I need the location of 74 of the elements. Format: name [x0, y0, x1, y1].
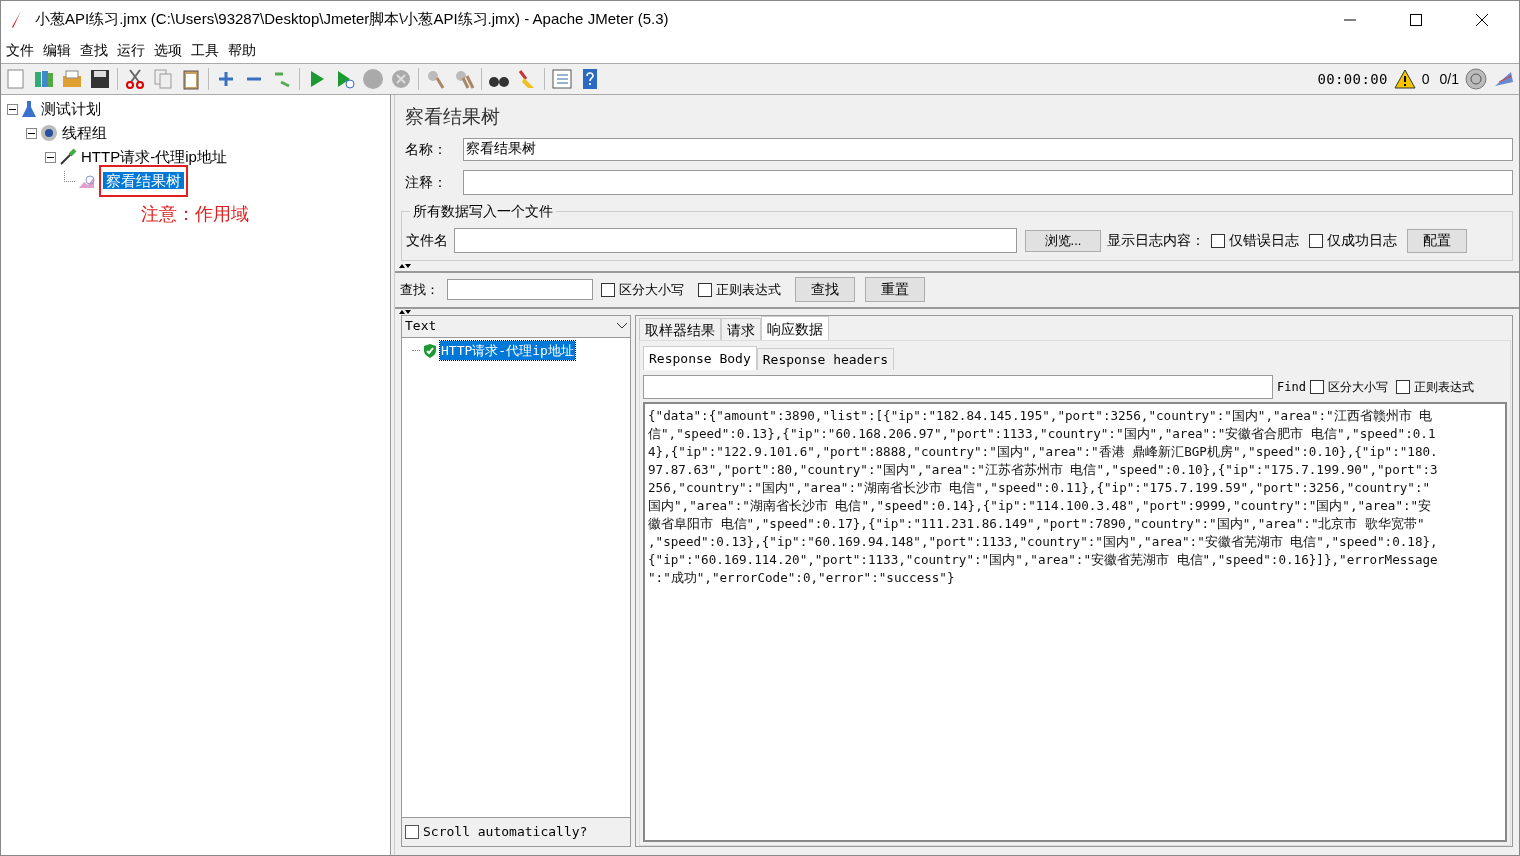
reset-button[interactable]: 重置: [865, 277, 925, 302]
menu-item[interactable]: 工具: [191, 40, 219, 61]
clipboard-icon[interactable]: [180, 68, 202, 90]
find-label: Find: [1277, 378, 1306, 396]
search-label: 查找：: [400, 280, 439, 299]
response-tab[interactable]: Response headers: [756, 347, 894, 370]
filename-label: 文件名: [406, 231, 448, 250]
checkbox[interactable]: [405, 825, 419, 839]
thread-count: 0/1: [1439, 69, 1459, 89]
find-option-label: 正则表达式: [1413, 378, 1474, 396]
folder-icon[interactable]: [61, 68, 83, 90]
tree-item[interactable]: 线程组: [61, 124, 108, 141]
clear-icon[interactable]: [425, 68, 447, 90]
shield-check-icon: [423, 342, 437, 359]
tree-item[interactable]: 测试计划: [40, 100, 102, 117]
log-label: 显示日志内容：: [1107, 231, 1205, 250]
search-field[interactable]: [447, 279, 593, 300]
result-tab[interactable]: 响应数据: [761, 315, 829, 340]
checkbox[interactable]: [1309, 233, 1323, 248]
response-body-text: {"data":{"amount":3890,"list":[{"ip":"182.84.145.195","port":3256,"country":"国内","area":"江西省赣州市 电 信","speed":0.13},{"ip":"60.168.206.97","port":1133,"country":"国内","area":"安徽省合肥市 电信","speed":0.1 4},{"ip":"122.9.101.6","port":8888,"country":"国内","area":"香港 鼎峰新汇BGP机房","speed":0.10},{"ip":"180. 97.87.63","port":80,"country":"国内","area":"江苏省苏州市 电信","speed":0.10},{"ip":"175.7.199.90","port":3 256,"country":"国内","area":"湖南省长沙市 电信","speed":0.11},{"ip":"175.7.199.59","port":3256,"country":" 国内","area":"湖南省长沙市 电信","speed":0.14},{"ip":"114.100.3.48","port":9999,"country":"国内","area":"安 徽省阜阳市 电信","speed":0.17},{"ip":"111.231.86.149","port":7890,"country":"国内","area":"北京市 歌华宽带" ,"speed":0.13},{"ip":"60.169.94.148","port":1133,"country":"国内","area":"安徽省芜湖市 电信","speed":0.18}, {"ip":"60.169.114.20","port":1133,"country":"国内","area":"安徽省芜湖市 电信","speed":0.16}]},"errorMessage ":"成功","errorCode":0,"error":"success"}: [643, 401, 1507, 842]
menu-item[interactable]: 文件: [6, 40, 34, 61]
browse-button[interactable]: 浏览...: [1025, 229, 1101, 252]
panel-title: 察看结果树: [405, 105, 501, 129]
scroll-label: Scroll automatically?: [423, 823, 588, 842]
comment-label: 注释：: [405, 172, 448, 192]
find-button[interactable]: 查找: [795, 277, 855, 302]
checkbox[interactable]: [1395, 379, 1410, 394]
result-tab[interactable]: 取样器结果: [639, 317, 721, 340]
search-option-label: 正则表达式: [716, 280, 781, 299]
find-option-label: 区分大小写: [1327, 378, 1388, 396]
find-field[interactable]: [643, 374, 1273, 399]
gear-icon: [40, 124, 58, 142]
window-title: 小葱API练习.jmx (C:\Users\93287\Desktop\Jmeter脚本\小葱API练习.jmx) - Apache JMeter (5.3): [35, 9, 669, 30]
clear-all-icon[interactable]: [453, 68, 475, 90]
annotation-note: 注意：作用域: [141, 203, 250, 226]
list-icon[interactable]: [551, 68, 573, 90]
error-count: 0: [1421, 69, 1430, 89]
books-icon[interactable]: [33, 68, 55, 90]
search-option-label: 区分大小写: [619, 280, 684, 299]
collapse-toggle[interactable]: [7, 103, 18, 115]
tree-item[interactable]: 察看结果树: [103, 172, 184, 189]
menu-item[interactable]: 编辑: [43, 40, 71, 61]
log-option-label: 仅错误日志: [1229, 231, 1299, 250]
name-field[interactable]: 察看结果树: [463, 137, 1513, 161]
splitter-arrows-icon[interactable]: [399, 308, 411, 315]
config-button[interactable]: 配置: [1407, 228, 1467, 253]
splitter-arrows-icon[interactable]: [399, 262, 411, 269]
filename-field[interactable]: [454, 228, 1017, 253]
maximize-icon: [1410, 13, 1422, 26]
checkbox[interactable]: [698, 282, 712, 297]
chart-magnifier-icon: [78, 173, 96, 189]
menu-item[interactable]: 帮助: [228, 40, 256, 61]
close-icon: [1476, 13, 1488, 26]
checkbox[interactable]: [1211, 233, 1225, 248]
result-tab[interactable]: 请求: [721, 317, 761, 340]
name-label: 名称：: [405, 139, 448, 159]
cut-icon[interactable]: [124, 68, 146, 90]
log-option-label: 仅成功日志: [1327, 231, 1397, 250]
menu-item[interactable]: 选项: [154, 40, 182, 61]
warning-icon[interactable]: [1393, 69, 1416, 89]
result-item[interactable]: HTTP请求-代理ip地址: [440, 340, 575, 361]
response-tab[interactable]: Response Body: [643, 345, 757, 370]
collapse-toggle[interactable]: [45, 151, 56, 163]
tree-item[interactable]: HTTP请求-代理ip地址: [80, 148, 228, 165]
save-icon[interactable]: [89, 68, 111, 90]
checkbox[interactable]: [601, 282, 615, 297]
elapsed-time: 00:00:00: [1317, 69, 1388, 89]
flask-icon: [21, 100, 37, 118]
checkbox[interactable]: [1309, 379, 1324, 394]
menu-item[interactable]: 运行: [117, 40, 145, 61]
menu-item[interactable]: 查找: [80, 40, 108, 61]
chevron-down-icon: [617, 323, 627, 329]
comment-field[interactable]: [463, 169, 1513, 195]
collapse-toggle[interactable]: [26, 127, 37, 139]
